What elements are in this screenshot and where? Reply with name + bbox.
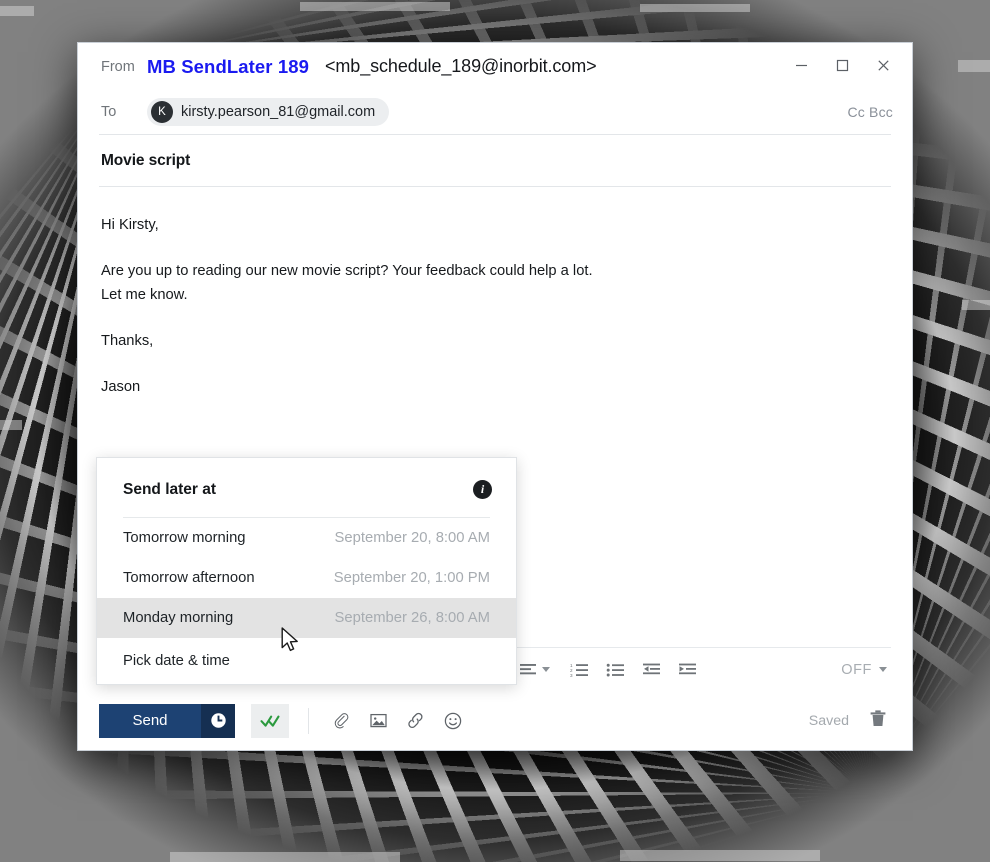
trash-icon xyxy=(870,709,886,726)
send-later-title: Send later at xyxy=(123,480,217,498)
insert-emoji-button[interactable] xyxy=(434,704,471,738)
recipient-chip[interactable]: K kirsty.pearson_81@gmail.com xyxy=(147,98,390,126)
subject-field[interactable]: Movie script xyxy=(78,135,912,186)
bg-speckle xyxy=(170,852,400,862)
indent-icon[interactable] xyxy=(670,654,706,686)
cc-bcc-toggle[interactable]: Cc Bcc xyxy=(847,104,893,120)
info-icon[interactable]: i xyxy=(473,480,492,499)
draft-status-group: Saved xyxy=(809,709,891,733)
option-label: Pick date & time xyxy=(123,653,230,669)
double-check-icon xyxy=(259,715,280,727)
send-button-group: Send xyxy=(99,703,235,738)
attach-file-button[interactable] xyxy=(323,704,360,738)
body-line: Jason xyxy=(101,379,141,395)
send-later-option-monday-morning[interactable]: Monday morning September 26, 8:00 AM xyxy=(97,598,516,638)
schedule-send-button[interactable] xyxy=(201,703,235,738)
from-label: From xyxy=(101,58,135,75)
read-tracking-button[interactable] xyxy=(251,703,289,738)
delete-draft-button[interactable] xyxy=(869,709,887,733)
send-later-option-pick-date-time[interactable]: Pick date & time xyxy=(97,638,516,684)
to-row: To K kirsty.pearson_81@gmail.com Cc Bcc xyxy=(78,90,912,134)
paperclip-icon xyxy=(334,713,349,729)
from-account-email: <mb_schedule_189@inorbit.com> xyxy=(324,56,597,76)
to-label: To xyxy=(101,104,117,120)
actions-divider xyxy=(308,707,309,734)
bg-speckle xyxy=(300,2,450,11)
caret-down-icon[interactable] xyxy=(879,667,887,672)
minimize-icon[interactable] xyxy=(781,48,822,82)
body-line: Are you up to reading our new movie scri… xyxy=(101,263,593,279)
body-line: Hi Kirsty, xyxy=(101,217,159,233)
bg-speckle xyxy=(0,420,22,430)
compose-actions-bar: Send Saved xyxy=(99,691,891,750)
body-line: Let me know. xyxy=(101,287,188,303)
bulleted-list-icon[interactable] xyxy=(598,654,634,686)
saved-status: Saved xyxy=(808,712,849,729)
link-icon xyxy=(408,712,423,728)
svg-text:3: 3 xyxy=(570,673,573,678)
send-button[interactable]: Send xyxy=(99,703,201,738)
option-label: Tomorrow morning xyxy=(123,530,246,546)
tracking-off-dropdown[interactable]: OFF xyxy=(841,662,891,678)
caret-down-icon[interactable] xyxy=(542,667,550,672)
bg-speckle xyxy=(640,4,750,12)
off-label: OFF xyxy=(841,661,872,678)
from-account-name[interactable]: MB SendLater 189 xyxy=(147,56,309,78)
option-label: Monday morning xyxy=(123,610,234,626)
bg-speckle xyxy=(620,850,820,861)
maximize-icon[interactable] xyxy=(822,48,863,82)
option-date: September 26, 8:00 AM xyxy=(334,610,490,626)
from-row: From MB SendLater 189 <mb_schedule_189@i… xyxy=(78,43,912,90)
clock-icon xyxy=(210,713,226,728)
option-date: September 20, 8:00 AM xyxy=(334,530,490,546)
outdent-icon[interactable] xyxy=(634,654,670,686)
image-icon xyxy=(370,713,387,728)
option-date: September 20, 1:00 PM xyxy=(333,570,490,586)
bg-speckle xyxy=(0,6,34,16)
insert-link-button[interactable] xyxy=(397,704,434,738)
body-line: Thanks, xyxy=(101,333,154,349)
send-later-header: Send later at i xyxy=(97,458,516,517)
smiley-icon xyxy=(444,712,461,729)
bg-speckle xyxy=(962,300,990,310)
send-later-option-tomorrow-afternoon[interactable]: Tomorrow afternoon September 20, 1:00 PM xyxy=(97,558,516,598)
option-label: Tomorrow afternoon xyxy=(123,570,255,586)
avatar: K xyxy=(151,101,173,123)
recipient-email: kirsty.pearson_81@gmail.com xyxy=(181,104,376,120)
send-later-option-tomorrow-morning[interactable]: Tomorrow morning September 20, 8:00 AM xyxy=(97,518,516,558)
numbered-list-icon[interactable]: 1 2 3 xyxy=(562,654,598,686)
insert-image-button[interactable] xyxy=(360,704,397,738)
send-later-dropdown: Send later at i Tomorrow morning Septemb… xyxy=(96,457,517,685)
bg-speckle xyxy=(958,60,990,72)
close-icon[interactable] xyxy=(863,48,904,82)
window-controls xyxy=(781,48,904,82)
